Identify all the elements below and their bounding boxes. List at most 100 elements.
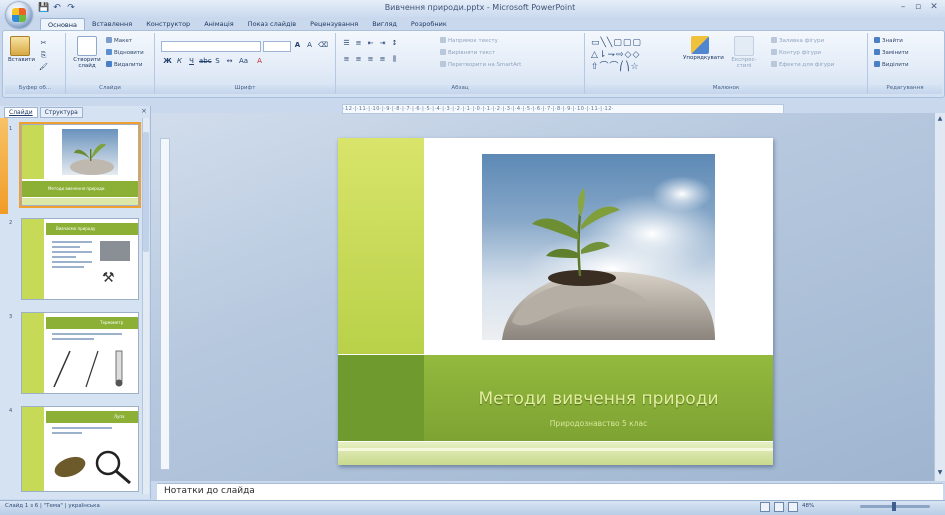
font-size-field[interactable]	[263, 41, 291, 52]
office-button[interactable]	[6, 2, 32, 28]
slide-thumbnail[interactable]: Методи вивчення природи	[19, 122, 141, 208]
slide-title[interactable]: Методи вивчення природи	[424, 389, 773, 409]
outline-icon	[771, 49, 777, 55]
underline-icon[interactable]: Ч	[187, 57, 196, 66]
reset-icon	[106, 49, 112, 55]
slide-thumbnail[interactable]: Лупа	[21, 406, 139, 492]
replace-button[interactable]: Замінити	[874, 49, 909, 58]
align-center-icon[interactable]: ≡	[354, 55, 363, 64]
align-text-button[interactable]: Вирівняти текст	[440, 49, 495, 58]
font-label: Шрифт	[155, 85, 335, 94]
thumb-number: 1	[9, 126, 13, 132]
undo-icon[interactable]: ↶	[52, 3, 62, 13]
slides-pane-scrollbar[interactable]	[142, 118, 149, 494]
quick-styles-button[interactable]: Експрес-стилі	[725, 36, 763, 69]
slide-canvas[interactable]: Методи вивчення природи Природознавство …	[338, 138, 773, 465]
bold-icon[interactable]: Ж	[163, 57, 172, 66]
justify-icon[interactable]: ≡	[378, 55, 387, 64]
zoom-level[interactable]: 48%	[802, 502, 814, 512]
cut-icon[interactable]: ✂	[39, 39, 48, 48]
maximize-button[interactable]: ▫	[912, 2, 924, 13]
copy-icon[interactable]: ⎘	[39, 51, 48, 60]
slide-subtitle[interactable]: Природознавство 5 клас	[424, 419, 773, 428]
thumb-title: Лупа	[114, 414, 125, 419]
reset-button[interactable]: Відновити	[106, 49, 144, 58]
scroll-thumb[interactable]	[143, 132, 149, 252]
line-spacing-icon[interactable]: ↕	[390, 39, 399, 48]
bullets-icon[interactable]: ☰	[342, 39, 351, 48]
redo-icon[interactable]: ↷	[66, 3, 76, 13]
align-left-icon[interactable]: ≡	[342, 55, 351, 64]
clipboard-label: Буфер об...	[5, 85, 65, 94]
drawing-group: ▭╲╲▢▢▢ △⇂⇁⇨◇◇ ⇧⌒⌒⎛⎞☆ Упорядкувати Експрес-…	[585, 33, 868, 94]
find-button[interactable]: Знайти	[874, 37, 903, 46]
arrange-icon	[691, 36, 709, 54]
tab-animation[interactable]: Анімація	[197, 18, 241, 30]
thumb-number: 4	[9, 408, 13, 414]
text-direction-icon	[440, 37, 446, 43]
arrange-button[interactable]: Упорядкувати	[683, 36, 724, 61]
binoculars-icon	[874, 37, 880, 43]
tab-slideshow[interactable]: Показ слайдів	[241, 18, 303, 30]
smartart-button[interactable]: Перетворити на SmartArt	[440, 61, 521, 70]
scroll-up-icon[interactable]: ▲	[936, 115, 944, 123]
spacing-icon[interactable]: ↔	[225, 57, 234, 66]
shape-outline-button[interactable]: Контур фігури	[771, 49, 821, 58]
slideshow-icon[interactable]	[788, 502, 798, 512]
zoom-knob[interactable]	[892, 502, 896, 511]
slide-photo[interactable]	[482, 154, 715, 340]
close-button[interactable]: ✕	[928, 2, 940, 13]
select-button[interactable]: Виділити	[874, 61, 909, 70]
minimize-button[interactable]: –	[897, 2, 909, 13]
slide-sorter-icon[interactable]	[774, 502, 784, 512]
shape-effects-button[interactable]: Ефекти для фігури	[771, 61, 834, 70]
tab-design[interactable]: Конструктор	[139, 18, 197, 30]
grow-font-icon[interactable]: A	[293, 41, 302, 50]
scroll-down-icon[interactable]: ▼	[936, 469, 944, 477]
format-painter-icon[interactable]: 🖌	[39, 63, 48, 72]
italic-icon[interactable]: К	[175, 57, 184, 66]
tab-review[interactable]: Рецензування	[303, 18, 365, 30]
notes-pane[interactable]	[157, 483, 943, 501]
tab-insert[interactable]: Вставлення	[85, 18, 139, 30]
shrink-font-icon[interactable]: A	[305, 41, 314, 50]
numbering-icon[interactable]: ≡	[354, 39, 363, 48]
thumb-image	[100, 241, 130, 261]
normal-view-icon[interactable]	[760, 502, 770, 512]
strike-icon[interactable]: abc	[199, 57, 212, 66]
case-icon[interactable]: Aa	[239, 57, 248, 66]
align-right-icon[interactable]: ≡	[366, 55, 375, 64]
columns-icon[interactable]: ⫼	[390, 55, 399, 64]
save-icon[interactable]: 💾	[38, 3, 49, 13]
slide-thumbnail[interactable]: Вивчаємо природу ⚒	[21, 218, 139, 300]
sprout-in-hands-image	[502, 176, 715, 340]
paste-button[interactable]: Вставити	[8, 36, 35, 63]
shapes-gallery[interactable]: ▭╲╲▢▢▢ △⇂⇁⇨◇◇ ⇧⌒⌒⎛⎞☆	[591, 37, 675, 73]
workspace-scrollbar[interactable]: ▲ ▼	[934, 113, 945, 481]
thumb-photo	[62, 129, 118, 175]
text-direction-button[interactable]: Напрямок тексту	[440, 37, 498, 46]
tab-view[interactable]: Вигляд	[365, 18, 404, 30]
indent-decrease-icon[interactable]: ⇤	[366, 39, 375, 48]
new-slide-button[interactable]: Створити слайд	[72, 36, 102, 69]
tab-slides[interactable]: Слайди	[4, 107, 38, 118]
font-name-field[interactable]	[161, 41, 261, 52]
shape-fill-button[interactable]: Заливка фігури	[771, 37, 824, 46]
zoom-slider[interactable]	[860, 502, 930, 511]
thumb-title: Методи вивчення природи	[48, 186, 105, 191]
lime-panel	[338, 138, 424, 354]
clear-format-icon[interactable]: ⌫	[318, 41, 328, 50]
tab-developer[interactable]: Розробник	[404, 18, 454, 30]
layout-button[interactable]: Макет	[106, 37, 132, 46]
pane-close-icon[interactable]: ×	[141, 107, 147, 115]
tab-outline[interactable]: Структура	[39, 107, 83, 118]
indent-increase-icon[interactable]: ⇥	[378, 39, 387, 48]
font-color-icon[interactable]: A	[255, 57, 264, 66]
delete-slide-button[interactable]: Видалити	[106, 61, 142, 70]
slide-thumbnail[interactable]: Термометр	[21, 312, 139, 394]
select-icon	[874, 61, 880, 67]
language[interactable]: українська	[68, 503, 100, 509]
shadow-icon[interactable]: S	[213, 57, 222, 66]
new-slide-label: Створити слайд	[73, 57, 101, 69]
notes-placeholder[interactable]: Нотатки до слайда	[164, 486, 255, 496]
